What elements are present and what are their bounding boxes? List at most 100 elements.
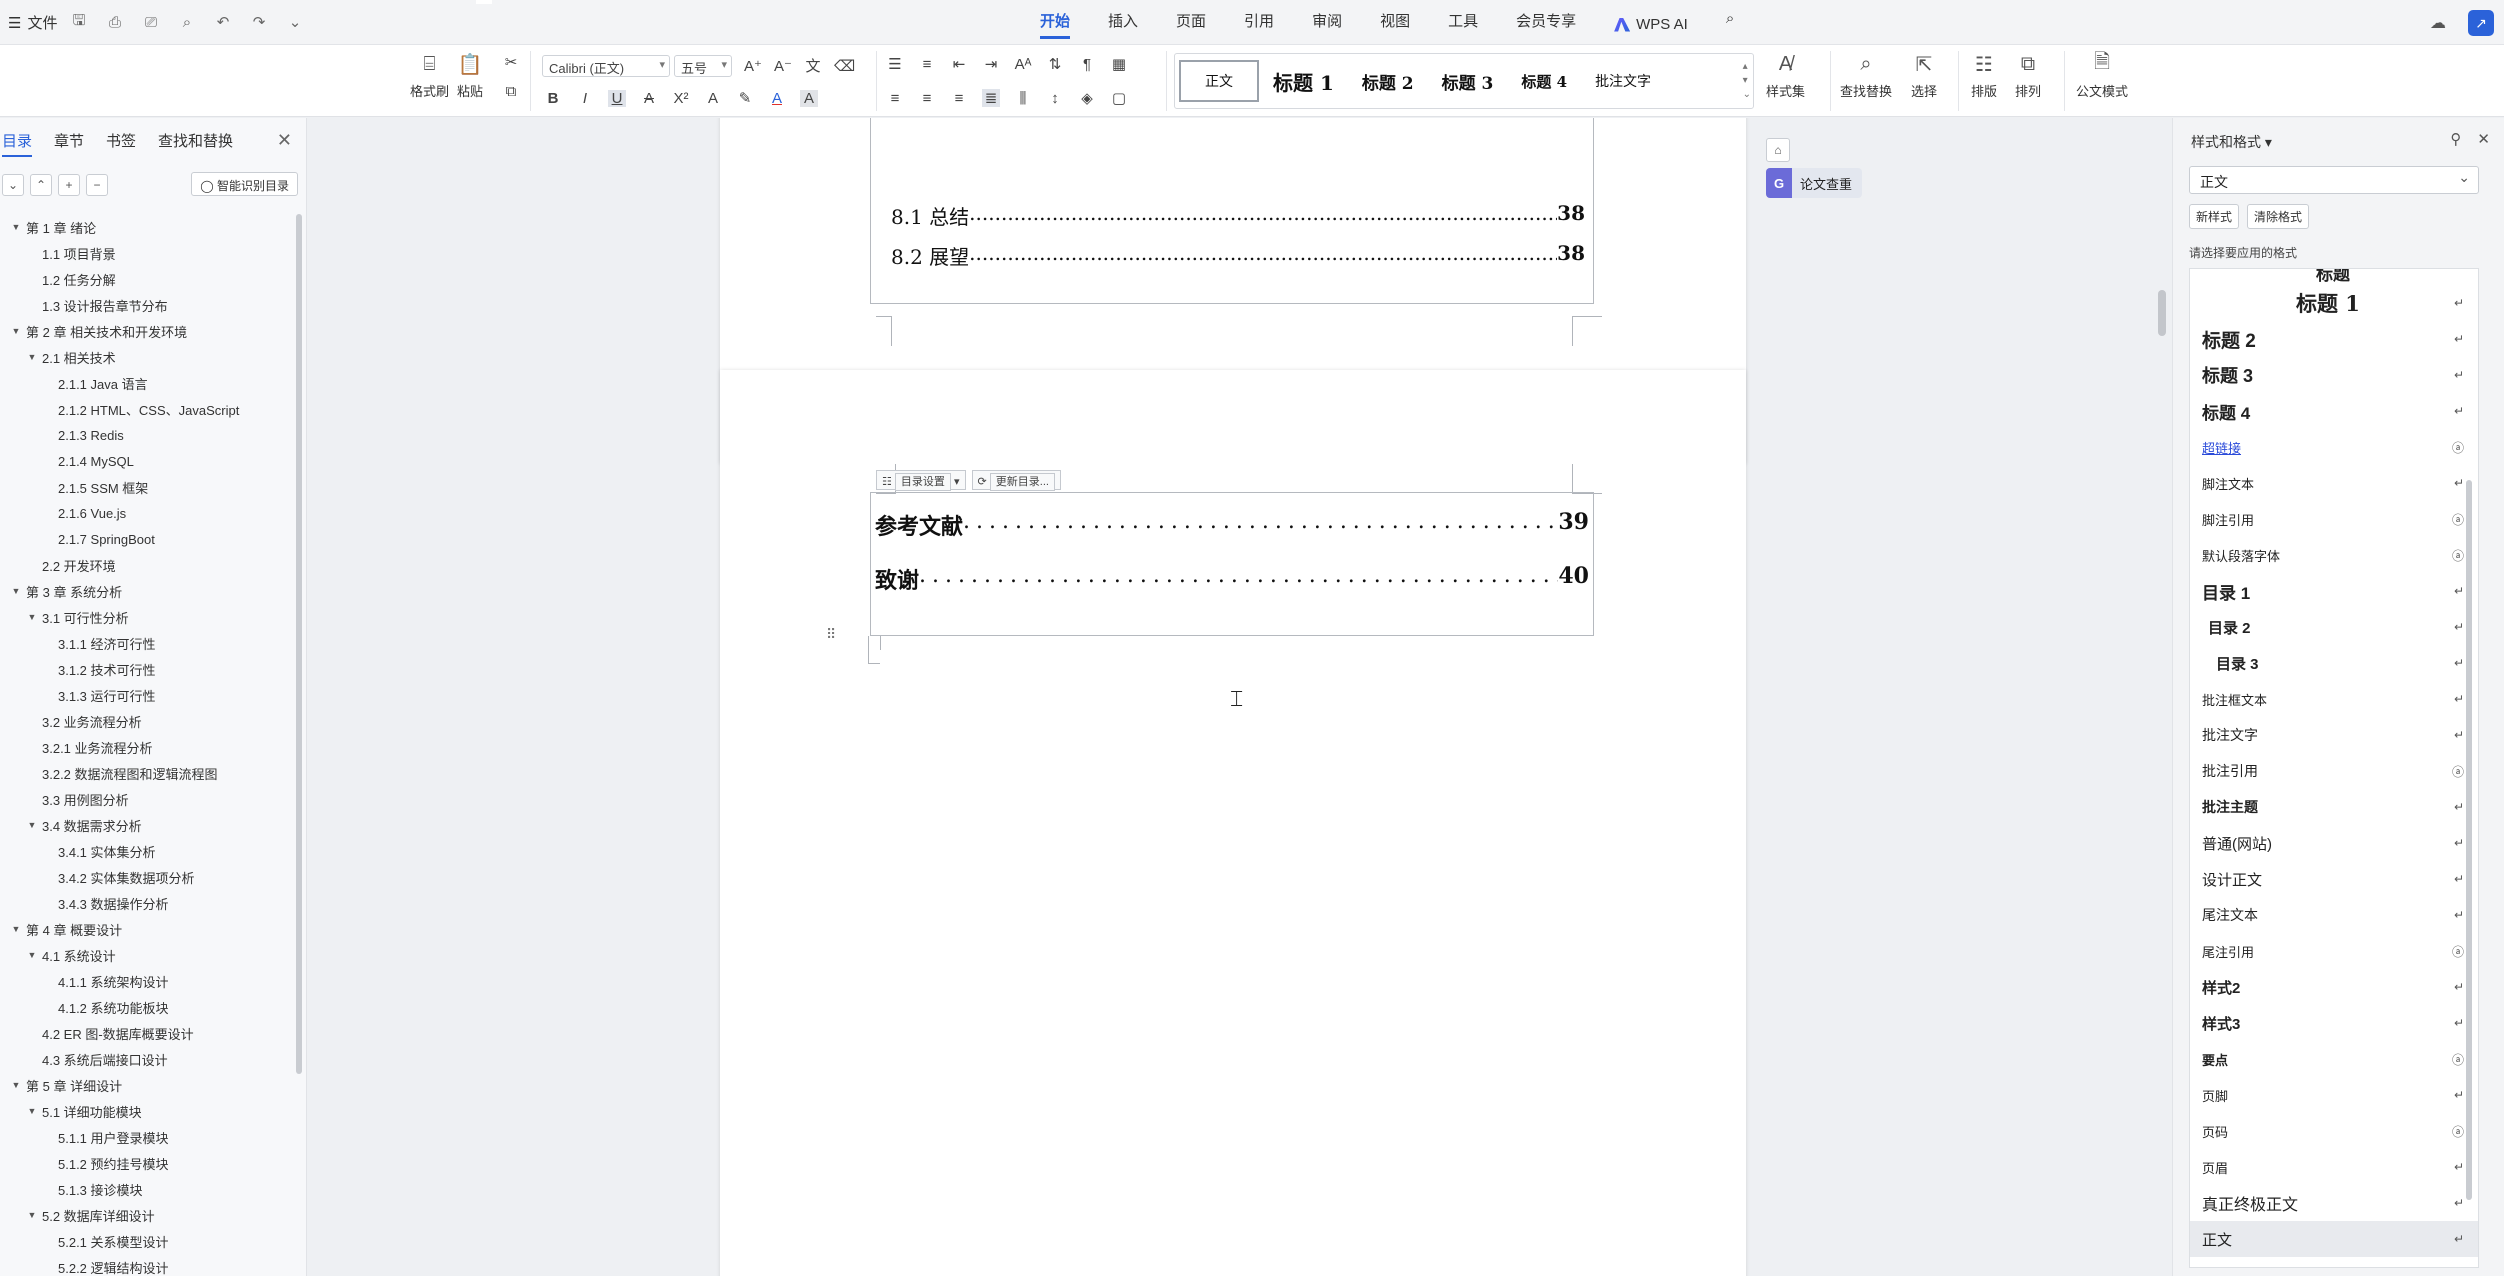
toc-tree-item[interactable]: 5.2.2 逻辑结构设计 <box>0 1254 298 1276</box>
toc-tree-item[interactable]: 5.1.2 预约挂号模块 <box>0 1150 298 1176</box>
toc-tree-item[interactable]: ▼ 第 4 章 概要设计 <box>0 916 298 942</box>
style-list-item[interactable]: 脚注引用 ⓐ <box>2190 501 2478 537</box>
style-list-item[interactable]: 尾注文本 ↵ <box>2190 897 2478 933</box>
toc-entry[interactable]: 8.2 展望 .................................… <box>891 241 1585 270</box>
justify-icon[interactable]: ≣ <box>982 89 1000 107</box>
style-list-item[interactable]: 标题 2 ↵ <box>2190 321 2478 357</box>
bullet-list-icon[interactable]: ☰ <box>886 55 904 73</box>
undo-icon[interactable]: ↶ <box>212 11 234 33</box>
font-color-icon[interactable]: A <box>768 90 786 107</box>
toc-tree-item[interactable]: 2.1.1 Java 语言 <box>0 370 298 396</box>
print-icon[interactable]: ⎚ <box>140 11 162 33</box>
style-list-item[interactable]: 真正终极正文 ↵ <box>2190 1185 2478 1221</box>
toc-tree-item[interactable]: 1.3 设计报告章节分布 <box>0 292 298 318</box>
copy-icon[interactable]: ⧉ <box>502 83 520 100</box>
collapse-sidebar-icon[interactable]: ⌂ <box>1766 138 1790 162</box>
expand-triangle-icon[interactable]: ▼ <box>26 352 38 362</box>
paste-button[interactable]: 📋 粘贴 <box>456 51 484 100</box>
expand-triangle-icon[interactable]: ▼ <box>26 950 38 960</box>
toc-tree-item[interactable]: 1.1 项目背景 <box>0 240 298 266</box>
gallery-scroll-icon[interactable]: ▴ ▾ ⌄ <box>1743 60 1751 102</box>
toc-tree-item[interactable]: 2.1.6 Vue.js <box>0 500 298 526</box>
expand-triangle-icon[interactable]: ▼ <box>10 1080 22 1090</box>
tab-toc[interactable]: 目录 <box>2 130 33 157</box>
numbered-list-icon[interactable]: ≡ <box>918 56 936 73</box>
shading-icon[interactable]: ◈ <box>1078 89 1096 107</box>
tab-membership[interactable]: 会员专享 <box>1516 10 1576 39</box>
document-scrollbar[interactable] <box>2158 290 2166 336</box>
tab-bookmarks[interactable]: 书签 <box>106 130 136 157</box>
select-button[interactable]: ⇱ 选择 <box>1910 51 1938 100</box>
tab-references[interactable]: 引用 <box>1244 10 1274 39</box>
tab-find-replace[interactable]: 查找和替换 <box>158 130 233 157</box>
style-gallery-item[interactable]: 标题 3 <box>1428 60 1508 102</box>
style-gallery-item[interactable]: 正文 <box>1179 60 1259 102</box>
style-list-item[interactable]: 正文 ↵ <box>2190 1221 2478 1257</box>
find-replace-button[interactable]: ⌕ 查找替换 <box>1840 51 1892 100</box>
text-direction-icon[interactable]: Aᴬ <box>1014 56 1032 73</box>
toc-tree-item[interactable]: ▼ 4.1 系统设计 <box>0 942 298 968</box>
toc-settings-button[interactable]: ☷ 目录设置 ▾ <box>876 470 966 491</box>
save-icon[interactable]: 🖫 <box>68 11 90 33</box>
close-icon[interactable]: ✕ <box>2477 130 2490 148</box>
toc-tree-item[interactable]: 4.3 系统后端接口设计 <box>0 1046 298 1072</box>
superscript-icon[interactable]: X² <box>672 90 690 107</box>
sort-icon[interactable]: ⇅ <box>1046 55 1064 73</box>
strikethrough-icon[interactable]: A <box>640 90 658 107</box>
toc-entry[interactable]: 参考文献 ...................................… <box>875 509 1589 541</box>
increase-indent-icon[interactable]: ⇥ <box>982 55 1000 73</box>
expand-chevron-icon[interactable]: ⌃ <box>30 174 52 196</box>
text-effect-icon[interactable]: A <box>704 90 722 107</box>
expand-triangle-icon[interactable]: ▼ <box>10 326 22 336</box>
toc-tree-item[interactable]: 2.2 开发环境 <box>0 552 298 578</box>
styles-pane-title[interactable]: 样式和格式 ▾ <box>2191 132 2272 152</box>
close-icon[interactable]: ✕ <box>277 130 292 151</box>
style-list-item[interactable]: 样式2 ↵ <box>2190 969 2478 1005</box>
show-marks-icon[interactable]: ¶ <box>1078 56 1096 73</box>
more-chevron-icon[interactable]: ⌄ <box>284 11 306 33</box>
expand-triangle-icon[interactable]: ▼ <box>10 924 22 934</box>
style-list-item[interactable]: 设计正文 ↵ <box>2190 861 2478 897</box>
style-list-item[interactable]: 目录 1 ↵ <box>2190 573 2478 609</box>
style-list-item[interactable]: 标题 4 ↵ <box>2190 393 2478 429</box>
toc-tree-item[interactable]: 2.1.4 MySQL <box>0 448 298 474</box>
toc-tree-item[interactable]: 4.1.1 系统架构设计 <box>0 968 298 994</box>
collapse-chevron-icon[interactable]: ⌄ <box>2 174 24 196</box>
toc-tree-item[interactable]: 4.1.2 系统功能板块 <box>0 994 298 1020</box>
style-set-button[interactable]: A̸ 样式集 <box>1766 51 1805 100</box>
style-gallery-item[interactable]: 标题 1 <box>1259 60 1348 102</box>
toc-tree-item[interactable]: ▼ 第 5 章 详细设计 <box>0 1072 298 1098</box>
style-list-item[interactable]: 页脚 ↵ <box>2190 1077 2478 1113</box>
toc-tree-item[interactable]: 3.2.1 业务流程分析 <box>0 734 298 760</box>
italic-icon[interactable]: I <box>576 90 594 107</box>
toc-tree-item[interactable]: 2.1.2 HTML、CSS、JavaScript <box>0 396 298 422</box>
toc-tree-item[interactable]: 5.1.3 接诊模块 <box>0 1176 298 1202</box>
style-list-item[interactable]: 标题 <box>2190 269 2478 285</box>
style-list-item[interactable]: 目录 3 ↵ <box>2190 645 2478 681</box>
style-list-item[interactable]: 批注文字 ↵ <box>2190 717 2478 753</box>
toc-tree-item[interactable]: 2.1.5 SSM 框架 <box>0 474 298 500</box>
phonetic-guide-icon[interactable]: 文 <box>804 55 822 76</box>
toc-tree-item[interactable]: 3.1.3 运行可行性 <box>0 682 298 708</box>
clear-format-icon[interactable]: ⌫ <box>834 57 855 75</box>
toc-tree-item[interactable]: ▼ 第 1 章 绪论 <box>0 214 298 240</box>
toc-tree-item[interactable]: 3.4.3 数据操作分析 <box>0 890 298 916</box>
share-button[interactable]: ↗ <box>2468 10 2494 36</box>
pin-icon[interactable]: ⚲ <box>2450 130 2461 148</box>
print-preview-icon[interactable]: ⌕ <box>176 11 198 33</box>
tab-page[interactable]: 页面 <box>1176 10 1206 39</box>
highlight-icon[interactable]: ✎ <box>736 89 754 107</box>
remove-heading-icon[interactable]: − <box>86 174 108 196</box>
toc-tree-item[interactable]: ▼ 5.2 数据库详细设计 <box>0 1202 298 1228</box>
toc-tree-item[interactable]: 3.1.1 经济可行性 <box>0 630 298 656</box>
search-icon[interactable]: ⌕ <box>1726 10 1734 39</box>
expand-triangle-icon[interactable]: ▼ <box>10 586 22 596</box>
char-shading-icon[interactable]: A <box>800 89 818 107</box>
official-mode-button[interactable]: 🗎 公文模式 <box>2076 51 2128 100</box>
style-gallery-item[interactable]: 批注文字 <box>1581 60 1665 102</box>
arrange-button[interactable]: ⧉ 排列 <box>2014 51 2042 100</box>
toc-tree-item[interactable]: 1.2 任务分解 <box>0 266 298 292</box>
expand-triangle-icon[interactable]: ▼ <box>26 1106 38 1116</box>
layout-button[interactable]: ☷ 排版 <box>1970 51 1998 100</box>
expand-triangle-icon[interactable]: ▼ <box>26 612 38 622</box>
